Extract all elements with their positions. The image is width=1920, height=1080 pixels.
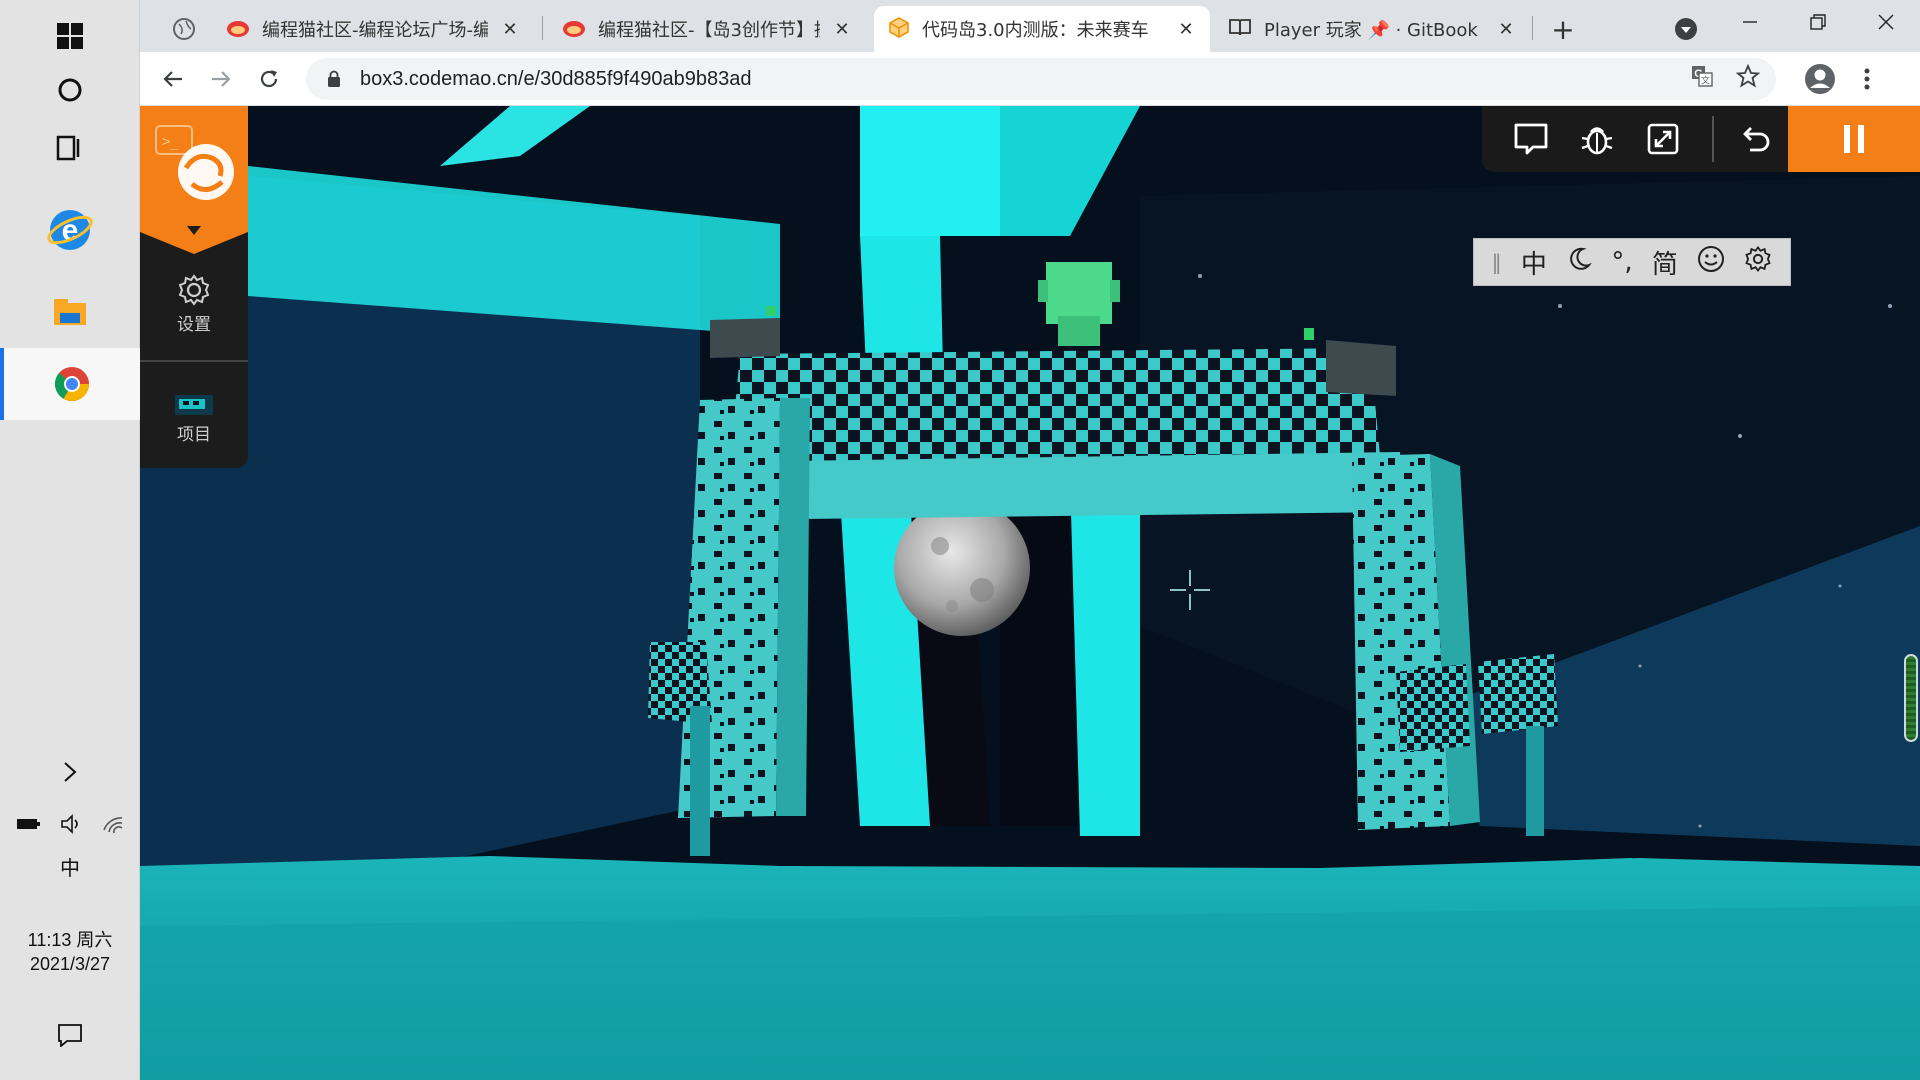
tab-box3-racing[interactable]: 代码岛3.0内测版：未来赛车 ✕	[874, 6, 1210, 52]
debug-bug-icon[interactable]	[1574, 116, 1620, 162]
close-icon[interactable]: ✕	[832, 19, 852, 40]
lock-icon[interactable]	[322, 67, 346, 91]
emoji-smile-icon[interactable]	[1697, 245, 1725, 280]
ime-punctuation-toggle[interactable]: °,	[1611, 247, 1632, 277]
codemao-favicon-icon	[226, 17, 250, 42]
clock-time: 11:13 周六	[27, 930, 113, 950]
pause-icon	[1844, 125, 1864, 153]
browser-window: 编程猫社区-编程论坛广场-编 ✕ 编程猫社区-【岛3创作节】挑 ✕ 代码岛3.0…	[140, 0, 1920, 1080]
book-favicon-icon	[1228, 17, 1252, 42]
game-viewport[interactable]: >_ 设置 项目 ‖ 中 °, 简	[140, 106, 1920, 1080]
codemao-logo[interactable]: >_	[140, 106, 248, 254]
chrome-browser-icon[interactable]	[0, 348, 140, 420]
close-icon[interactable]: ✕	[1176, 19, 1196, 40]
clock[interactable]: 11:13 周六 2021/3/27	[0, 928, 140, 976]
close-icon[interactable]: ✕	[1496, 19, 1516, 40]
tab-title: 编程猫社区-编程论坛广场-编	[262, 20, 488, 41]
back-arrow-icon[interactable]	[154, 60, 192, 98]
notification-icon[interactable]	[0, 1010, 140, 1060]
project-button[interactable]: 项目	[140, 390, 248, 445]
battery-icon[interactable]	[16, 816, 42, 836]
system-tray	[0, 808, 140, 844]
settings-button[interactable]: 设置	[140, 270, 248, 335]
ime-toolbar: ‖ 中 °, 简	[1473, 238, 1791, 286]
tab-title: Player 玩家 📌 · GitBook	[1264, 20, 1478, 41]
window-controls	[1716, 0, 1920, 52]
tab-separator	[1532, 16, 1533, 40]
profile-avatar-icon[interactable]	[1798, 60, 1842, 98]
reload-icon[interactable]	[250, 60, 288, 98]
windows-taskbar: e 中 11:13 周六 2021/3/27	[0, 0, 140, 1080]
project-label: 项目	[177, 425, 211, 445]
tab-gitbook-player[interactable]: Player 玩家 📌 · GitBook ✕	[1214, 6, 1530, 52]
close-window-icon[interactable]	[1852, 0, 1920, 44]
project-thumbnail-icon	[140, 390, 248, 420]
chat-bubble-icon[interactable]	[1508, 116, 1554, 162]
sidebar-divider	[140, 360, 248, 362]
ime-script-toggle[interactable]: 简	[1652, 244, 1678, 281]
undo-icon[interactable]	[1732, 116, 1778, 162]
tab-codemao-forum[interactable]: 编程猫社区-编程论坛广场-编 ✕	[212, 6, 534, 52]
tab-title: 代码岛3.0内测版：未来赛车	[922, 20, 1149, 41]
gear-icon	[140, 270, 248, 310]
clock-date: 2021/3/27	[29, 954, 111, 974]
svg-text:文: 文	[1701, 75, 1710, 87]
kebab-menu-icon[interactable]	[1852, 60, 1882, 98]
forward-arrow-icon[interactable]	[202, 60, 240, 98]
ime-settings-gear-icon[interactable]	[1744, 245, 1772, 280]
task-view-icon[interactable]	[0, 112, 140, 184]
new-tab-button[interactable]: +	[1538, 6, 1588, 52]
game-sidebar: >_ 设置 项目	[140, 106, 248, 468]
fullscreen-icon[interactable]	[1640, 116, 1686, 162]
chevron-right-icon[interactable]	[0, 752, 140, 792]
ime-indicator[interactable]: 中	[0, 852, 140, 881]
box3-favicon-icon	[888, 16, 910, 43]
tab-search-dropdown-icon[interactable]	[1664, 6, 1708, 52]
tab-strip: 编程猫社区-编程论坛广场-编 ✕ 编程猫社区-【岛3创作节】挑 ✕ 代码岛3.0…	[140, 0, 1920, 52]
ime-grip-handle[interactable]: ‖	[1492, 250, 1502, 274]
tab-separator	[542, 16, 543, 40]
bookmark-star-icon[interactable]	[1735, 63, 1761, 94]
toolbar-separator	[1712, 116, 1714, 162]
volume-icon[interactable]	[60, 814, 84, 838]
url-text[interactable]: box3.codemao.cn/e/30d885f9f490ab9b83ad	[360, 68, 751, 91]
address-bar[interactable]: box3.codemao.cn/e/30d885f9f490ab9b83ad G…	[306, 58, 1776, 100]
browser-toolbar: box3.codemao.cn/e/30d885f9f490ab9b83ad G…	[140, 52, 1920, 106]
tab-title: 编程猫社区-【岛3创作节】挑	[598, 20, 820, 41]
ime-mode-toggle[interactable]: 中	[1521, 244, 1547, 281]
game-toolbar	[1482, 106, 1920, 172]
restore-icon[interactable]	[1784, 0, 1852, 44]
wifi-icon[interactable]	[102, 814, 124, 838]
tab-search-globe-icon[interactable]	[164, 6, 204, 52]
caret-down-icon[interactable]	[187, 226, 201, 236]
minimize-icon[interactable]	[1716, 0, 1784, 44]
settings-label: 设置	[177, 315, 211, 335]
codemao-favicon-icon	[562, 17, 586, 42]
close-icon[interactable]: ✕	[500, 19, 520, 40]
moon-halfwidth-icon[interactable]	[1566, 246, 1593, 279]
pause-button[interactable]	[1788, 106, 1920, 172]
ie-browser-icon[interactable]: e	[0, 190, 140, 270]
tab-codemao-challenge[interactable]: 编程猫社区-【岛3创作节】挑 ✕	[548, 6, 866, 52]
file-explorer-icon[interactable]	[0, 276, 140, 348]
translate-icon[interactable]: G文	[1690, 64, 1714, 94]
side-scroll-indicator[interactable]	[1904, 654, 1918, 742]
svg-text:>_: >_	[162, 134, 179, 150]
